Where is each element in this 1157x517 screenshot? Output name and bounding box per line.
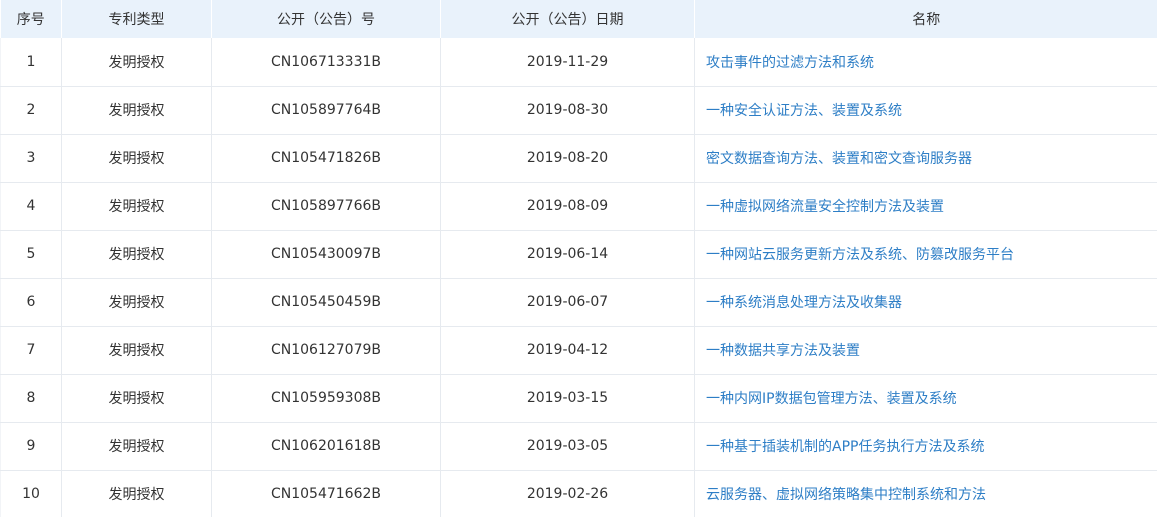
cell-patent-type: 发明授权 xyxy=(61,374,212,423)
cell-publication-number: CN105471662B xyxy=(211,470,441,517)
cell-patent-type: 发明授权 xyxy=(61,278,212,327)
patent-title-link[interactable]: 一种系统消息处理方法及收集器 xyxy=(706,295,902,311)
cell-title: 云服务器、虚拟网络策略集中控制系统和方法 xyxy=(694,470,1157,517)
cell-patent-type: 发明授权 xyxy=(61,326,212,375)
cell-publication-date: 2019-08-30 xyxy=(440,86,695,135)
patent-title-link[interactable]: 一种数据共享方法及装置 xyxy=(706,343,860,359)
cell-publication-number: CN106201618B xyxy=(211,422,441,471)
table-row: 1 发明授权 CN106713331B 2019-11-29 攻击事件的过滤方法… xyxy=(0,38,1157,87)
cell-publication-number: CN106713331B xyxy=(211,38,441,87)
header-index: 序号 xyxy=(0,0,62,38)
cell-patent-type: 发明授权 xyxy=(61,182,212,231)
cell-patent-type: 发明授权 xyxy=(61,134,212,183)
patent-title-link[interactable]: 一种虚拟网络流量安全控制方法及装置 xyxy=(706,199,944,215)
table-row: 9 发明授权 CN106201618B 2019-03-05 一种基于插装机制的… xyxy=(0,422,1157,471)
table-header: 序号 专利类型 公开（公告）号 公开（公告）日期 名称 xyxy=(0,0,1157,38)
cell-index: 6 xyxy=(0,278,62,327)
cell-publication-date: 2019-02-26 xyxy=(440,470,695,517)
cell-index: 3 xyxy=(0,134,62,183)
patent-title-link[interactable]: 一种内网IP数据包管理方法、装置及系统 xyxy=(706,391,957,407)
cell-title: 密文数据查询方法、装置和密文查询服务器 xyxy=(694,134,1157,183)
table-body: 1 发明授权 CN106713331B 2019-11-29 攻击事件的过滤方法… xyxy=(0,38,1157,517)
cell-index: 8 xyxy=(0,374,62,423)
cell-publication-number: CN105471826B xyxy=(211,134,441,183)
patent-title-link[interactable]: 云服务器、虚拟网络策略集中控制系统和方法 xyxy=(706,487,986,503)
patent-table: 序号 专利类型 公开（公告）号 公开（公告）日期 名称 1 发明授权 CN106… xyxy=(0,0,1157,517)
header-publication-date: 公开（公告）日期 xyxy=(440,0,695,38)
table-row: 2 发明授权 CN105897764B 2019-08-30 一种安全认证方法、… xyxy=(0,86,1157,135)
cell-index: 5 xyxy=(0,230,62,279)
cell-index: 4 xyxy=(0,182,62,231)
header-title: 名称 xyxy=(694,0,1157,38)
cell-title: 一种基于插装机制的APP任务执行方法及系统 xyxy=(694,422,1157,471)
table-row: 4 发明授权 CN105897766B 2019-08-09 一种虚拟网络流量安… xyxy=(0,182,1157,231)
cell-title: 一种网站云服务更新方法及系统、防篡改服务平台 xyxy=(694,230,1157,279)
cell-publication-date: 2019-06-07 xyxy=(440,278,695,327)
table-row: 6 发明授权 CN105450459B 2019-06-07 一种系统消息处理方… xyxy=(0,278,1157,327)
cell-patent-type: 发明授权 xyxy=(61,86,212,135)
cell-index: 7 xyxy=(0,326,62,375)
cell-publication-number: CN105897766B xyxy=(211,182,441,231)
header-patent-type: 专利类型 xyxy=(61,0,212,38)
patent-title-link[interactable]: 密文数据查询方法、装置和密文查询服务器 xyxy=(706,151,972,167)
cell-index: 9 xyxy=(0,422,62,471)
table-row: 10 发明授权 CN105471662B 2019-02-26 云服务器、虚拟网… xyxy=(0,470,1157,517)
cell-publication-date: 2019-08-09 xyxy=(440,182,695,231)
cell-publication-number: CN105430097B xyxy=(211,230,441,279)
table-row: 8 发明授权 CN105959308B 2019-03-15 一种内网IP数据包… xyxy=(0,374,1157,423)
cell-publication-number: CN105450459B xyxy=(211,278,441,327)
cell-publication-date: 2019-04-12 xyxy=(440,326,695,375)
cell-publication-number: CN105897764B xyxy=(211,86,441,135)
cell-title: 一种安全认证方法、装置及系统 xyxy=(694,86,1157,135)
header-row: 序号 专利类型 公开（公告）号 公开（公告）日期 名称 xyxy=(0,0,1157,38)
patent-title-link[interactable]: 一种安全认证方法、装置及系统 xyxy=(706,103,902,119)
cell-patent-type: 发明授权 xyxy=(61,230,212,279)
cell-publication-date: 2019-06-14 xyxy=(440,230,695,279)
cell-title: 一种数据共享方法及装置 xyxy=(694,326,1157,375)
cell-patent-type: 发明授权 xyxy=(61,38,212,87)
table-row: 7 发明授权 CN106127079B 2019-04-12 一种数据共享方法及… xyxy=(0,326,1157,375)
patent-title-link[interactable]: 一种网站云服务更新方法及系统、防篡改服务平台 xyxy=(706,247,1014,263)
cell-publication-number: CN106127079B xyxy=(211,326,441,375)
cell-title: 一种虚拟网络流量安全控制方法及装置 xyxy=(694,182,1157,231)
table-row: 5 发明授权 CN105430097B 2019-06-14 一种网站云服务更新… xyxy=(0,230,1157,279)
cell-publication-number: CN105959308B xyxy=(211,374,441,423)
cell-publication-date: 2019-03-05 xyxy=(440,422,695,471)
cell-title: 攻击事件的过滤方法和系统 xyxy=(694,38,1157,87)
cell-publication-date: 2019-08-20 xyxy=(440,134,695,183)
cell-title: 一种内网IP数据包管理方法、装置及系统 xyxy=(694,374,1157,423)
cell-index: 10 xyxy=(0,470,62,517)
header-publication-number: 公开（公告）号 xyxy=(211,0,441,38)
cell-index: 1 xyxy=(0,38,62,87)
table-row: 3 发明授权 CN105471826B 2019-08-20 密文数据查询方法、… xyxy=(0,134,1157,183)
patent-title-link[interactable]: 一种基于插装机制的APP任务执行方法及系统 xyxy=(706,439,984,455)
patent-title-link[interactable]: 攻击事件的过滤方法和系统 xyxy=(706,55,874,71)
cell-publication-date: 2019-11-29 xyxy=(440,38,695,87)
cell-title: 一种系统消息处理方法及收集器 xyxy=(694,278,1157,327)
cell-publication-date: 2019-03-15 xyxy=(440,374,695,423)
cell-patent-type: 发明授权 xyxy=(61,422,212,471)
cell-patent-type: 发明授权 xyxy=(61,470,212,517)
cell-index: 2 xyxy=(0,86,62,135)
